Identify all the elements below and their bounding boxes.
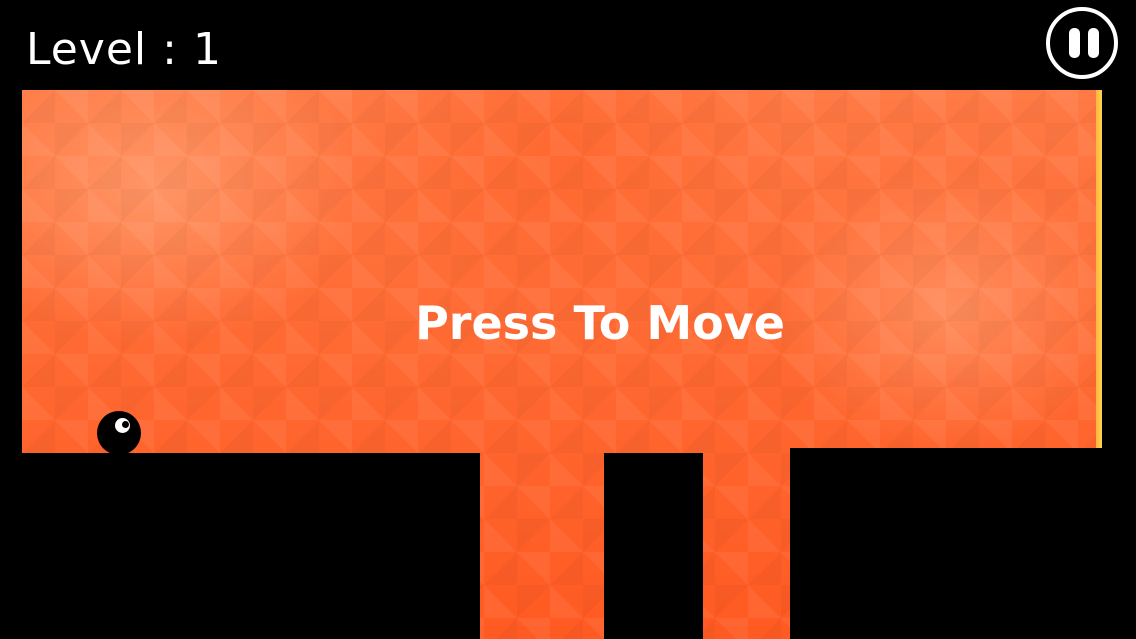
pause-bar-right [1088, 28, 1099, 58]
press-to-move-hint: Press To Move [415, 296, 785, 350]
player-eye [115, 418, 130, 433]
middle-pillar [604, 453, 703, 639]
pause-bar-left [1069, 28, 1080, 58]
player-pupil [122, 421, 129, 428]
game-screen[interactable]: Press To Move Level : 1 [0, 0, 1136, 639]
level-indicator: Level : 1 [26, 24, 222, 75]
end-platform [790, 448, 1136, 639]
pause-icon [1069, 28, 1099, 58]
start-platform [0, 453, 480, 639]
pause-button[interactable] [1046, 7, 1118, 79]
player-ball [97, 411, 141, 455]
